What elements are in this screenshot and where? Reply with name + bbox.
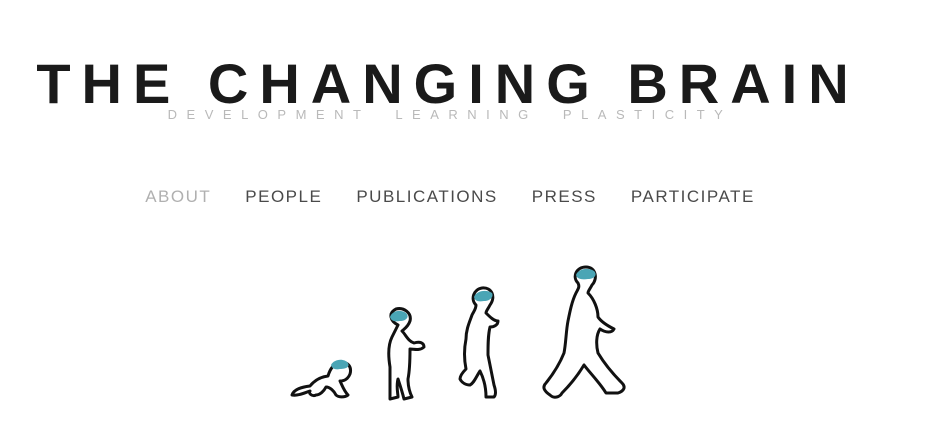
nav-item-participate[interactable]: PARTICIPATE bbox=[631, 186, 755, 208]
nav-item-people[interactable]: PEOPLE bbox=[245, 186, 322, 208]
toddler-figure bbox=[387, 307, 426, 401]
nav-item-press[interactable]: PRESS bbox=[532, 186, 597, 208]
tagline-development: DEVELOPMENT bbox=[167, 107, 371, 122]
older-child-figure bbox=[542, 265, 626, 399]
growth-stages-illustration bbox=[290, 265, 626, 401]
tagline-plasticity: PLASTICITY bbox=[562, 107, 733, 122]
tagline-learning: LEARNING bbox=[395, 107, 538, 122]
site-tagline: DEVELOPMENT LEARNING PLASTICITY bbox=[0, 106, 900, 124]
nav-item-about[interactable]: ABOUT bbox=[145, 186, 211, 208]
child-figure bbox=[458, 286, 500, 399]
main-nav: ABOUT PEOPLE PUBLICATIONS PRESS PARTICIP… bbox=[0, 186, 900, 208]
nav-item-publications[interactable]: PUBLICATIONS bbox=[356, 186, 497, 208]
crawling-baby-figure bbox=[290, 359, 352, 399]
